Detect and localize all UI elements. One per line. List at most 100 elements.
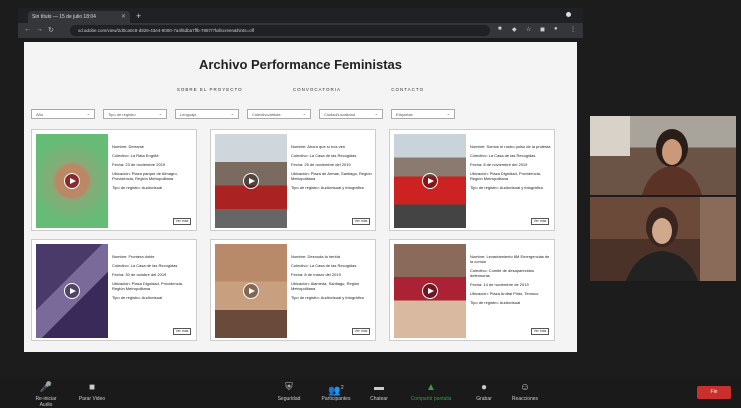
archive-card: Nombre: Desnuda la herida Colectivo: La … [210, 239, 376, 341]
ver-mas-button[interactable]: Ver más [531, 218, 549, 225]
video-label: Parar Video [78, 396, 106, 402]
chevron-down-icon: ⌄ [86, 111, 90, 116]
video-thumbnail[interactable] [394, 134, 466, 228]
reactions-label: Reacciones [511, 396, 539, 402]
card-tipo: Tipo de registro: Audiovisual y fotográf… [291, 295, 365, 300]
card-colectivo: Colectivo: La Casa de las Recogidas [291, 263, 357, 268]
filter-ano[interactable]: Año ⌄ [31, 109, 95, 119]
card-ubicacion: Ubicación: Plaza Dignidad, Providencia, … [112, 281, 183, 291]
card-ubicacion: Ubicación: Plaza parque de Almagro, Prov… [112, 171, 178, 181]
star-icon[interactable]: ☆ [526, 26, 531, 33]
card-tipo: Tipo de registro: Audiovisual y fotográf… [470, 185, 544, 190]
video-button[interactable]: ■ Parar Video [75, 382, 109, 402]
chevron-down-icon: ⌄ [446, 111, 450, 116]
meeting-toolbar: 🎤 Re-iniciar Audio ■ Parar Video ⛨ Segur… [0, 378, 741, 408]
participant-video-tile[interactable] [590, 116, 736, 195]
play-icon[interactable] [64, 173, 80, 189]
participants-label: Participantes [321, 396, 351, 402]
reactions-icon: ☺ [519, 382, 531, 393]
menu-icon[interactable]: ⋮ [570, 26, 576, 33]
participant-silhouette [590, 116, 702, 195]
new-tab-button[interactable]: + [136, 11, 141, 21]
card-fecha: Fecha: 23 de noviembre 2019 [112, 162, 166, 167]
filter-ciudad[interactable]: Ciudad/Localidad ⌄ [319, 109, 383, 119]
card-colectivo: Colectivo: La Rata Engrifá [112, 153, 159, 158]
filter-bar: Año ⌄ Tipo de registro ⌄ Lenguaje ⌄ Colecti… [31, 109, 571, 121]
archive-card: Nombre: Derrame Colectivo: La Rata Engri… [31, 129, 197, 231]
share-screen-label: Compartir pantalla [410, 396, 452, 402]
address-bar[interactable]: xd.adobe.com/view/2d0ca0c8-d826-43e4-900… [70, 25, 490, 36]
card-ubicacion: Ubicación: Plaza Aníbal Pinto, Temuco [470, 291, 539, 296]
card-colectivo: Colectivo: La Casa de las Recogidas [291, 153, 357, 158]
camera-icon: ■ [88, 382, 96, 393]
back-icon[interactable]: ← [24, 26, 31, 33]
card-tipo: Tipo de registro: Audiovisual y fotográf… [291, 185, 365, 190]
share-screen-button[interactable]: ▲ Compartir pantalla [402, 382, 460, 402]
shield-icon: ⛨ [285, 382, 293, 393]
filter-etiquetas[interactable]: Etiquetas ⌄ [391, 109, 455, 119]
card-nombre: Nombre: Ahora que sí nos ven [291, 144, 346, 149]
chevron-down-icon: ⌄ [158, 111, 162, 116]
play-icon[interactable] [243, 173, 259, 189]
end-meeting-button[interactable]: Fin [697, 386, 731, 399]
card-fecha: Fecha: 8 de noviembre del 2019 [470, 162, 528, 167]
card-tipo: Tipo de registro: Audiovisual [112, 185, 163, 190]
close-tab-icon[interactable]: ✕ [121, 13, 126, 20]
ver-mas-button[interactable]: Ver más [531, 328, 549, 335]
card-nombre: Nombre: Frontera doble [112, 254, 155, 259]
chevron-down-icon: ⌄ [230, 111, 234, 116]
participants-icon: 👥2 [328, 385, 344, 397]
mic-muted-icon: 🎤 [39, 382, 53, 393]
extension-icon[interactable]: ■ [498, 26, 502, 32]
chevron-down-icon: ⌄ [374, 111, 378, 116]
play-icon[interactable] [422, 283, 438, 299]
play-icon[interactable] [422, 173, 438, 189]
filter-lenguaje[interactable]: Lenguaje ⌄ [175, 109, 239, 119]
extension-icon[interactable]: ◼ [540, 26, 545, 33]
card-fecha: Fecha: 25 de noviembre del 2019 [291, 162, 351, 167]
browser-tab[interactable]: Sin título — 15 de julio 18:04 ✕ [28, 11, 130, 23]
ver-mas-button[interactable]: Ver más [173, 328, 191, 335]
participants-count: 2 [340, 385, 344, 391]
chat-button[interactable]: ▬ Chatear [364, 382, 394, 402]
card-colectivo: Colectivo: Comité de desaparecidos defen… [470, 268, 535, 278]
video-thumbnail[interactable] [215, 244, 287, 338]
archive-card: Nombre: Ahora que sí nos ven Colectivo: … [210, 129, 376, 231]
browser-tabstrip: Sin título — 15 de julio 18:04 ✕ + [18, 8, 583, 23]
card-nombre: Nombre: Levantamiento 8M Emergencias de … [470, 254, 550, 264]
card-nombre: Nombre: Derrame [112, 144, 145, 149]
extension-icon[interactable]: ◆ [512, 26, 517, 33]
card-tipo: Tipo de registro: Audiovisual [470, 300, 521, 305]
participant-video-tile[interactable] [590, 197, 736, 281]
video-thumbnail[interactable] [215, 134, 287, 228]
shared-web-page: Archivo Performance Feministas SOBRE EL … [24, 42, 577, 352]
play-icon[interactable] [64, 283, 80, 299]
participants-button[interactable]: 👥2 Participantes [314, 382, 358, 402]
video-thumbnail[interactable] [394, 244, 466, 338]
ver-mas-button[interactable]: Ver más [173, 218, 191, 225]
reactions-button[interactable]: ☺ Reacciones [506, 382, 544, 402]
play-icon[interactable] [243, 283, 259, 299]
browser-status-dot [566, 12, 571, 17]
filter-colectivo[interactable]: Colectivo/artista ⌄ [247, 109, 311, 119]
forward-icon[interactable]: → [36, 26, 43, 33]
nav-link-sobre[interactable]: SOBRE EL PROYECTO [177, 87, 243, 92]
participant-silhouette [626, 197, 736, 281]
share-screen-icon: ▲ [426, 382, 436, 393]
ver-mas-button[interactable]: Ver más [352, 328, 370, 335]
record-label: Grabar [476, 396, 492, 402]
record-button[interactable]: ● Grabar [470, 382, 498, 402]
audio-button[interactable]: 🎤 Re-iniciar Audio [31, 382, 61, 408]
video-thumbnail[interactable] [36, 134, 108, 228]
nav-link-convocatoria[interactable]: CONVOCATORIA [293, 87, 341, 92]
card-ubicacion: Ubicación: Plaza de Armas, Santiago, Reg… [291, 171, 372, 181]
nav-link-contacto[interactable]: CONTACTO [391, 87, 424, 92]
filter-tipo-registro[interactable]: Tipo de registro ⌄ [103, 109, 167, 119]
security-button[interactable]: ⛨ Seguridad [272, 382, 306, 402]
ver-mas-button[interactable]: Ver más [352, 218, 370, 225]
profile-icon[interactable]: ● [554, 26, 558, 32]
card-tipo: Tipo de registro: Audiovisual [112, 295, 163, 300]
chat-label: Chatear [370, 396, 388, 402]
reload-icon[interactable]: ↻ [48, 26, 54, 34]
video-thumbnail[interactable] [36, 244, 108, 338]
